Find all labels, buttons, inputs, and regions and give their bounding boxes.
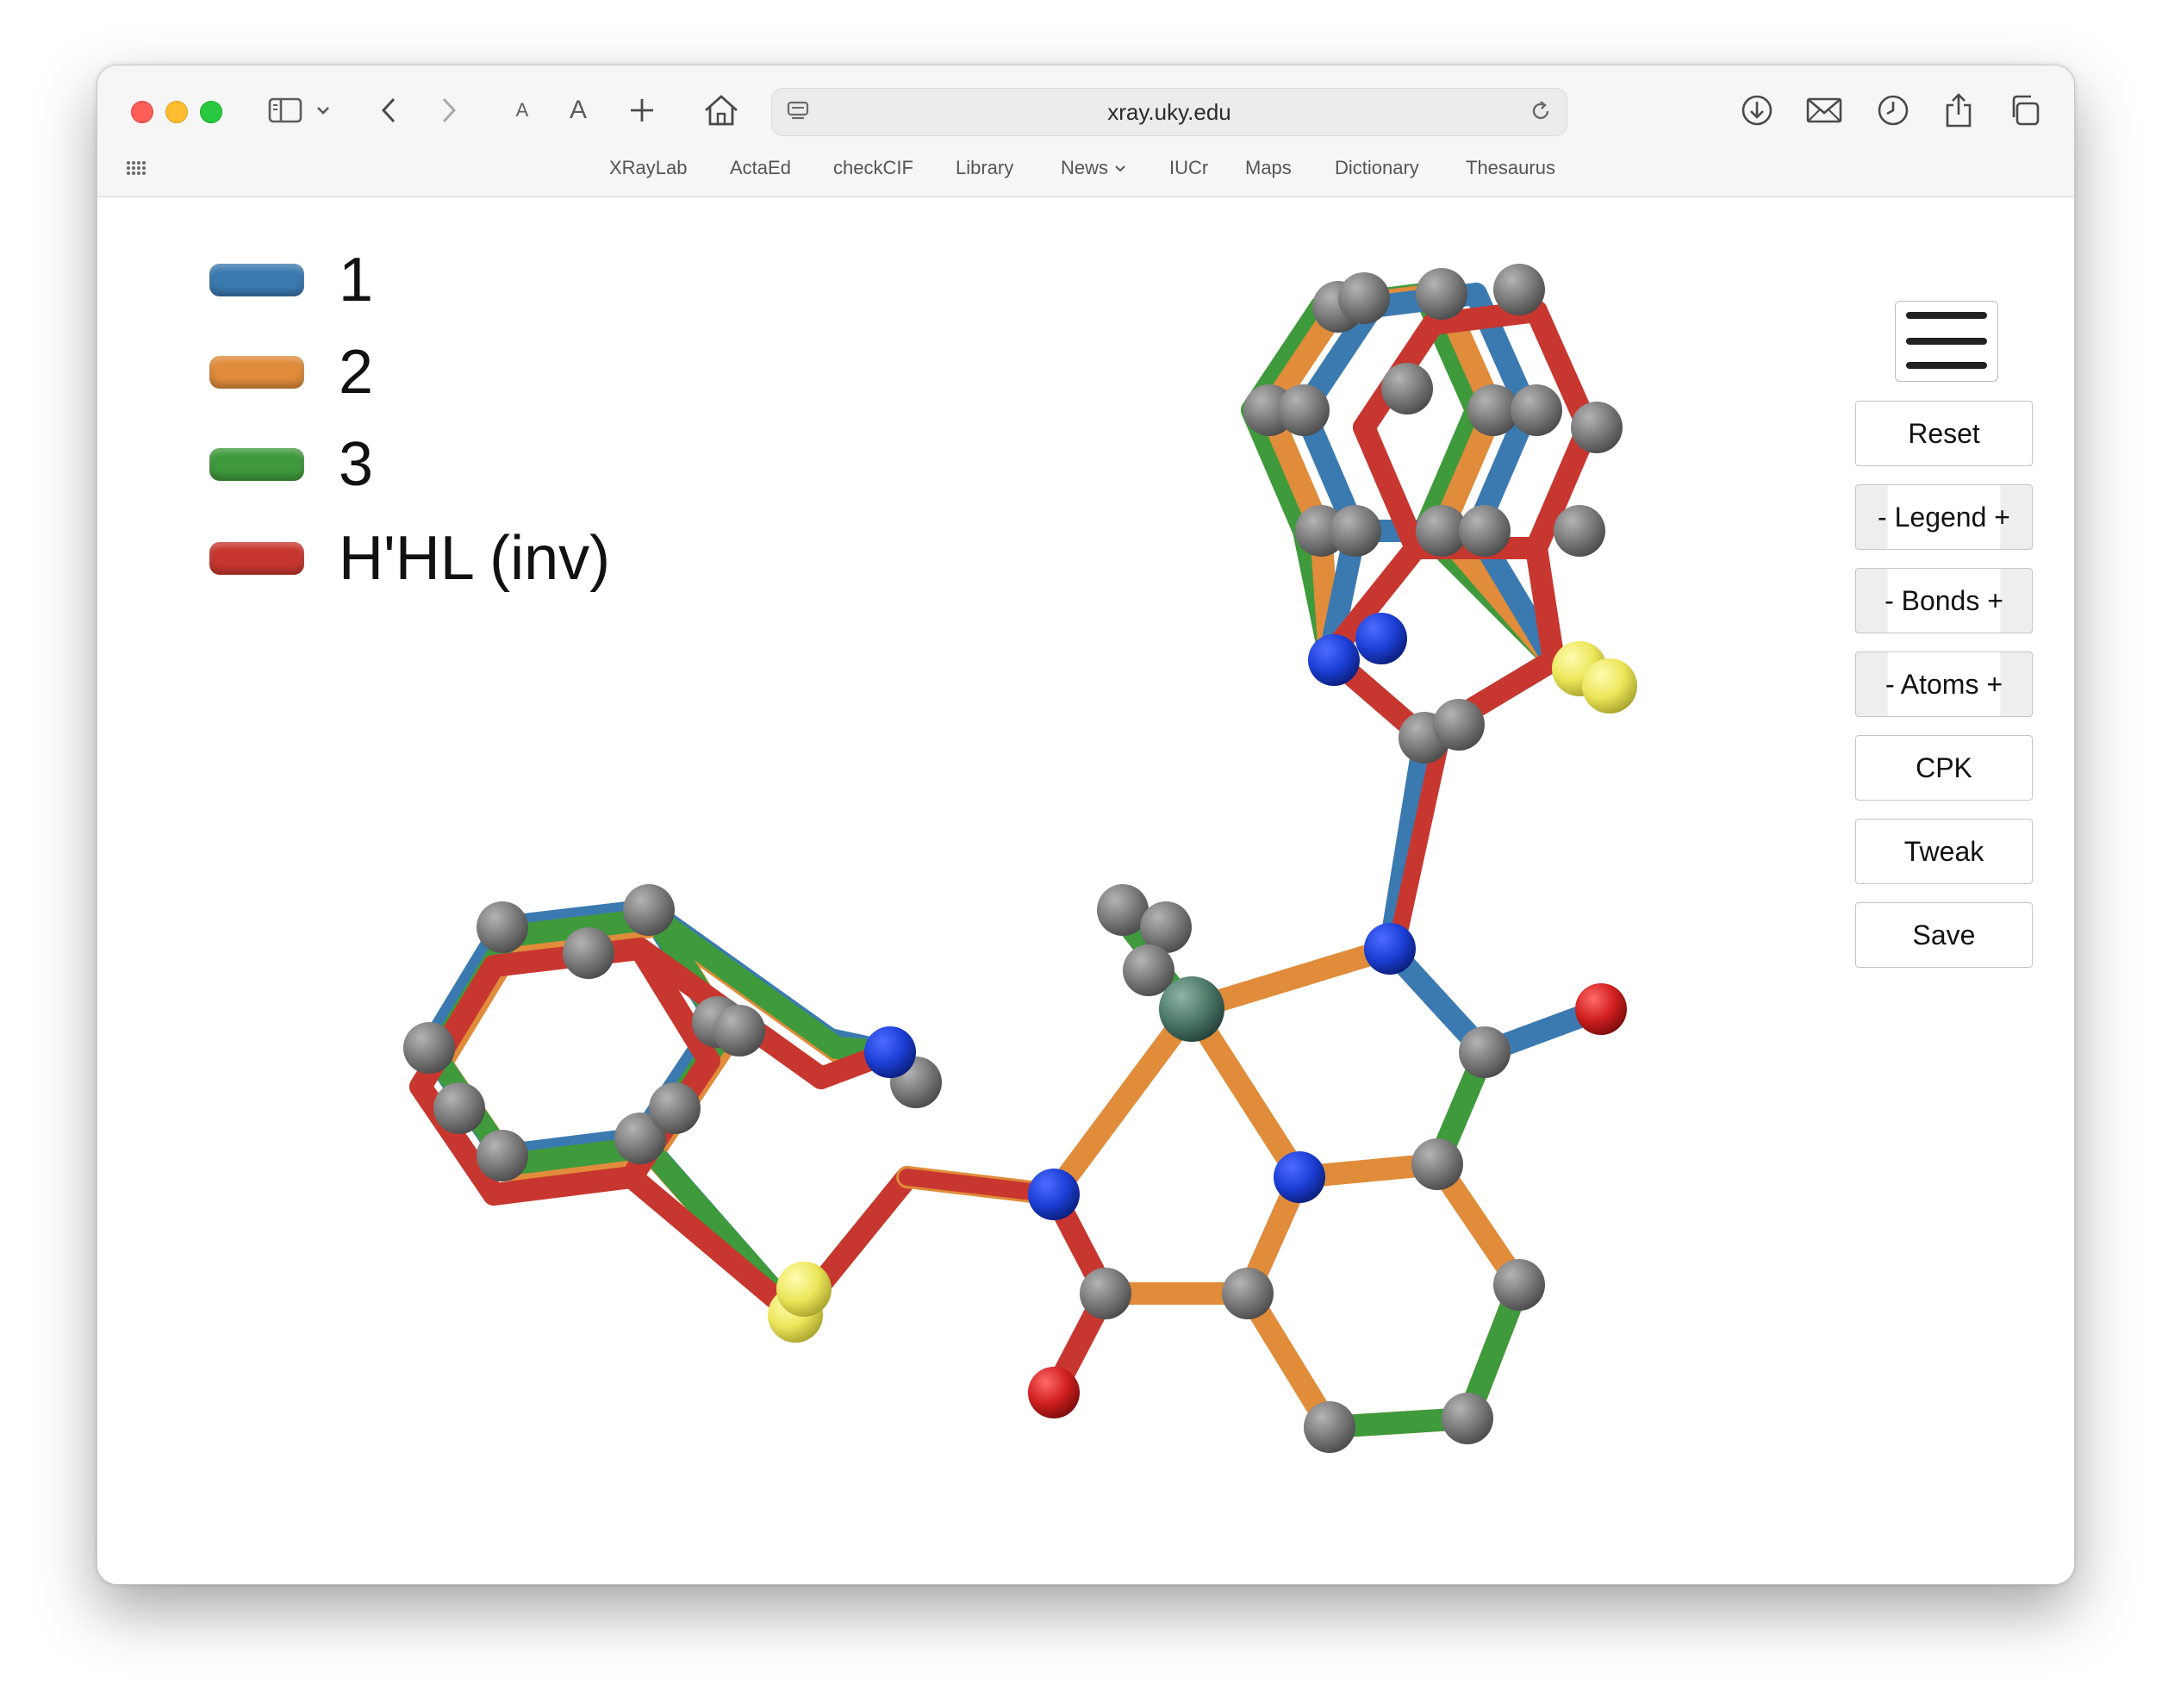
share-icon[interactable] [1941,88,1976,133]
favorite-link[interactable]: IUCr [1169,157,1208,179]
favorite-link[interactable]: checkCIF [833,157,913,179]
minimize-window-button[interactable] [165,101,188,123]
atom [1355,613,1407,664]
favorites-bar: XRayLab ActaEd checkCIF Library News IUC… [97,152,2074,188]
chevron-down-icon[interactable] [313,88,333,133]
favorite-link[interactable]: Library [956,157,1013,179]
atom [1459,1026,1511,1078]
atom [1554,505,1605,557]
tab-overview-icon[interactable] [2005,88,2043,133]
atom [1411,1138,1463,1190]
mail-icon[interactable] [1804,88,1845,133]
favorite-news-label: News [1061,157,1109,178]
text-smaller-button[interactable]: A [509,88,535,133]
atom [864,1026,916,1078]
atom [1575,983,1627,1035]
reload-icon[interactable] [1529,99,1553,128]
atom [1493,1259,1545,1311]
history-icon[interactable] [1874,88,1912,133]
atom [1416,268,1467,320]
favorite-link[interactable]: Thesaurus [1466,157,1555,179]
atom [1028,1169,1080,1220]
favorite-link[interactable]: ActaEd [730,157,791,179]
atom [433,1082,485,1134]
atom [563,927,614,979]
favorite-link[interactable]: XRayLab [609,157,688,179]
atom [623,884,675,936]
browser-window: A A xray.uky.edu XRayLab ActaEd checkCIF… [97,65,2075,1585]
chevron-down-icon [1115,165,1125,172]
atom [1433,699,1485,751]
downloads-icon[interactable] [1738,88,1776,133]
atom [1080,1268,1131,1319]
back-icon[interactable] [373,88,404,133]
close-window-button[interactable] [131,101,153,123]
atom [1571,402,1623,453]
favorite-link[interactable]: Dictionary [1335,157,1419,179]
atom [1278,384,1330,436]
atom [403,1022,455,1074]
atom [1582,658,1637,714]
atom [649,1082,701,1134]
sidebar-toggle-icon[interactable] [265,88,305,133]
home-icon[interactable] [701,88,742,133]
bond [1043,998,1203,1206]
atom [1381,363,1433,415]
forward-icon[interactable] [433,88,464,133]
bond-layer [409,283,1612,1438]
atom [1442,1393,1493,1444]
atom [1364,923,1416,975]
plus-icon[interactable] [625,88,659,133]
atom [1330,505,1381,557]
bond [620,1166,807,1326]
atom [776,1262,832,1317]
atom [1304,1401,1355,1453]
atom [477,901,528,953]
atom [1493,264,1545,315]
atom [1159,976,1224,1042]
atom [477,1130,528,1181]
url-text[interactable]: xray.uky.edu [772,89,1567,135]
atom [1308,634,1360,686]
atom [1511,384,1562,436]
text-larger-button[interactable]: A [563,88,594,133]
atom [1338,272,1390,324]
atom [1459,505,1511,557]
molecule-overlay-3d[interactable] [97,197,2074,1584]
favorite-link[interactable]: Maps [1245,157,1292,179]
favorite-link[interactable]: News [1061,157,1127,179]
grid-icon[interactable] [125,157,147,184]
atom [713,1005,765,1057]
browser-toolbar: A A xray.uky.edu XRayLab ActaEd checkCIF… [97,65,2074,197]
atom [1222,1268,1274,1319]
atom [1274,1151,1325,1203]
address-bar[interactable]: xray.uky.edu [771,88,1567,136]
zoom-window-button[interactable] [200,101,222,123]
atom [1028,1367,1080,1418]
